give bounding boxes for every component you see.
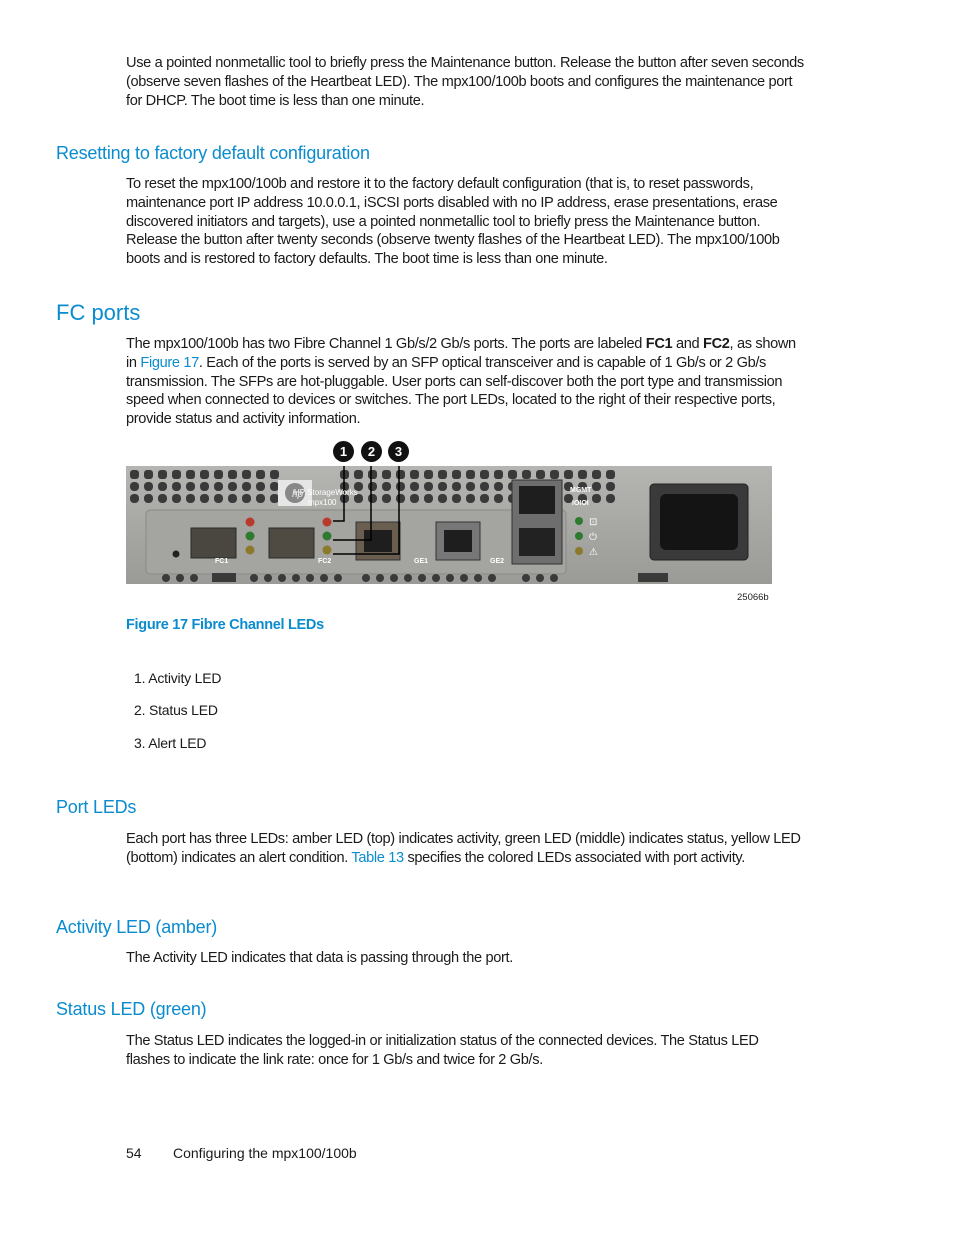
fc2-activity-led bbox=[322, 517, 332, 527]
text: The mpx100/100b has two Fibre Channel 1 … bbox=[126, 336, 646, 352]
warning-icon: ⚠ bbox=[589, 547, 598, 558]
ge1-port-label: GE1 bbox=[414, 558, 429, 565]
heading-reset: Resetting to factory default configurati… bbox=[56, 143, 370, 163]
device-front-panel-figure: hp ⊡ ⏻ ⚠ HP StorageWorks mpx100 FC1 FC2 … bbox=[126, 466, 772, 584]
page-number: 54 bbox=[126, 1145, 142, 1161]
fc2-status-led bbox=[322, 531, 332, 541]
heading-status-led: Status LED (green) bbox=[56, 999, 207, 1019]
callout-3: 3 bbox=[388, 441, 409, 462]
callout-2: 2 bbox=[361, 441, 382, 462]
mgmt-label: MGMT bbox=[570, 487, 592, 494]
fc2-alert-led bbox=[322, 545, 332, 555]
fc-ports-paragraph: The mpx100/100b has two Fibre Channel 1 … bbox=[126, 335, 806, 429]
intro-paragraph: Use a pointed nonmetallic tool to briefl… bbox=[126, 55, 804, 109]
chapter-title: Configuring the mpx100/100b bbox=[173, 1145, 357, 1161]
device-panel-illustration: hp ⊡ ⏻ ⚠ bbox=[126, 466, 772, 584]
figure-caption: Figure 17 Fibre Channel LEDs bbox=[126, 617, 324, 633]
model-label: mpx100 bbox=[308, 498, 337, 507]
sfp-port-fc1 bbox=[190, 527, 237, 559]
fc1-activity-led bbox=[245, 517, 255, 527]
figure-id: 25066b bbox=[737, 592, 769, 603]
fc1-port-label: FC1 bbox=[215, 558, 229, 565]
ioioi-label: IOIOI bbox=[572, 500, 589, 507]
sfp-port-fc2 bbox=[268, 527, 315, 559]
list-item: 2. Status LED bbox=[134, 702, 218, 718]
fc2-label: FC2 bbox=[703, 336, 730, 352]
heading-activity-led: Activity LED (amber) bbox=[56, 917, 218, 937]
maintenance-button bbox=[172, 550, 180, 558]
heartbeat-icon: ⊡ bbox=[589, 517, 597, 528]
list-item: 3. Alert LED bbox=[134, 735, 207, 751]
fc1-label: FC1 bbox=[645, 336, 673, 352]
ge2-port-label: GE2 bbox=[490, 558, 505, 565]
port-leds-paragraph: Each port has three LEDs: amber LED (top… bbox=[126, 830, 806, 868]
fc2-port-label: FC2 bbox=[318, 558, 332, 565]
power-icon: ⏻ bbox=[589, 532, 597, 543]
figure-17-link[interactable]: Figure 17 bbox=[140, 355, 199, 371]
heartbeat-led bbox=[575, 517, 583, 525]
system-alert-led bbox=[575, 547, 583, 555]
text: and bbox=[672, 336, 704, 352]
table-13-link[interactable]: Table 13 bbox=[351, 850, 404, 866]
list-item: 1. Activity LED bbox=[134, 670, 222, 686]
text: specifies the colored LEDs associated wi… bbox=[403, 849, 745, 866]
heading-port-leds: Port LEDs bbox=[56, 797, 137, 817]
callout-1: 1 bbox=[333, 441, 354, 462]
text: . Each of the ports is served by an SFP … bbox=[126, 354, 783, 428]
brand-label: HP StorageWorks bbox=[294, 488, 358, 497]
reset-paragraph: To reset the mpx100/100b and restore it … bbox=[126, 176, 780, 268]
heading-fc-ports: FC ports bbox=[56, 300, 141, 325]
activity-led-paragraph: The Activity LED indicates that data is … bbox=[126, 950, 513, 966]
status-led-paragraph: The Status LED indicates the logged-in o… bbox=[126, 1033, 759, 1068]
fc1-alert-led bbox=[245, 545, 255, 555]
power-led bbox=[575, 532, 583, 540]
fc1-status-led bbox=[245, 531, 255, 541]
